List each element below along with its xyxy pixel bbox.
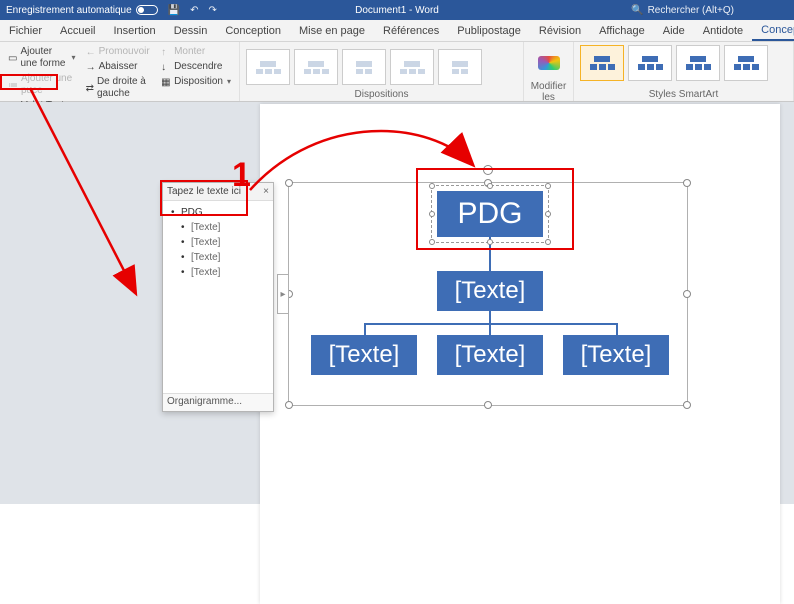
layout-thumb[interactable] [438,49,482,85]
style-thumb[interactable] [724,45,768,81]
text-pane-footer: Organigramme... [163,393,273,411]
text-pane-list[interactable]: PDG [Texte] [Texte] [Texte] [Texte] [163,201,273,284]
color-wheel-icon [538,56,560,70]
change-colors-button[interactable] [530,45,567,81]
autosave-toggle[interactable]: Enregistrement automatique [0,5,158,16]
ribbon-group-layouts: Dispositions [240,42,524,101]
tab-publipostage[interactable]: Publipostage [448,22,530,40]
group-label-layouts: Dispositions [246,89,517,100]
org-node-child[interactable]: [Texte] [311,335,417,375]
org-node-mid[interactable]: [Texte] [437,271,543,311]
tab-revision[interactable]: Révision [530,22,590,40]
search-placeholder: Rechercher (Alt+Q) [648,5,734,16]
bullet-icon: ≔ [8,80,18,90]
smartart-canvas[interactable]: ▸ PDG [Texte] [Texte] [Texte] [Texte] [288,182,688,406]
rtl-icon: ⇄ [86,83,94,93]
text-pane[interactable]: Tapez le texte ici × PDG [Texte] [Texte]… [162,182,274,412]
layout-button[interactable]: ▦Disposition▾ [159,75,233,89]
ribbon-tabs: Fichier Accueil Insertion Dessin Concept… [0,20,794,42]
text-pane-title: Tapez le texte ici [167,186,241,197]
tab-references[interactable]: Références [374,22,448,40]
layout-thumb[interactable] [246,49,290,85]
connector [489,323,491,335]
demote-button[interactable]: →Abaisser [84,60,154,74]
style-thumb[interactable] [628,45,672,81]
tab-aide[interactable]: Aide [654,22,694,40]
text-pane-header: Tapez le texte ici × [163,183,273,201]
chevron-down-icon: ▾ [72,52,76,64]
save-icon[interactable]: 💾 [168,5,180,16]
tab-accueil[interactable]: Accueil [51,22,104,40]
autosave-label: Enregistrement automatique [6,5,132,16]
layout-icon: ▦ [161,77,171,87]
text-pane-item[interactable]: [Texte] [181,220,265,235]
chevron-down-icon: ▾ [227,76,231,88]
style-thumb[interactable] [676,45,720,81]
toggle-icon [136,5,158,15]
resize-handle[interactable] [683,401,691,409]
text-pane-item[interactable]: [Texte] [181,265,265,280]
tab-dessin[interactable]: Dessin [165,22,217,40]
ribbon: ▭Ajouter une forme▾ ≔Ajouter une puce ▤V… [0,42,794,102]
document-title: Document1 - Word [355,5,439,16]
org-node-child[interactable]: [Texte] [437,335,543,375]
promote-icon: ← [86,47,96,57]
tab-affichage[interactable]: Affichage [590,22,654,40]
redo-icon[interactable]: ↷ [208,5,216,16]
layout-thumb[interactable] [390,49,434,85]
connector [489,311,491,323]
tab-fichier[interactable]: Fichier [0,22,51,40]
resize-handle[interactable] [683,179,691,187]
resize-handle[interactable] [484,401,492,409]
connector [364,323,618,325]
rtl-button[interactable]: ⇄De droite à gauche [84,75,154,101]
close-icon[interactable]: × [263,186,269,197]
add-bullet-button: ≔Ajouter une puce [6,72,78,98]
add-shape-icon: ▭ [8,53,17,63]
editing-surface: ▸ PDG [Texte] [Texte] [Texte] [Texte] Ta… [0,102,794,504]
connector [364,323,366,335]
down-icon: ↓ [161,62,171,72]
title-bar: Enregistrement automatique 💾 ↶ ↷ Documen… [0,0,794,20]
add-shape-button[interactable]: ▭Ajouter une forme▾ [6,45,78,71]
style-thumb[interactable] [580,45,624,81]
text-pane-item[interactable]: [Texte] [181,250,265,265]
connector [616,323,618,335]
move-down-button[interactable]: ↓Descendre [159,60,233,74]
move-up-button: ↑Monter [159,45,233,59]
text-pane-item[interactable]: PDG [171,205,265,220]
ribbon-group-colors: Modifier les couleurs [524,42,574,101]
tab-smartart-design[interactable]: Conception de SmartArt [752,21,794,41]
rotate-handle[interactable] [483,165,493,175]
ribbon-group-styles: Styles SmartArt [574,42,794,101]
text-pane-expander[interactable]: ▸ [277,274,289,314]
resize-handle[interactable] [285,401,293,409]
quick-access-toolbar: 💾 ↶ ↷ [168,5,217,16]
resize-handle[interactable] [285,179,293,187]
tab-conception[interactable]: Conception [216,22,290,40]
text-pane-item[interactable]: [Texte] [181,235,265,250]
layout-thumb[interactable] [342,49,386,85]
group-label-styles: Styles SmartArt [580,89,787,100]
search-box[interactable]: 🔍 Rechercher (Alt+Q) [631,5,734,16]
search-icon: 🔍 [631,5,643,16]
undo-icon[interactable]: ↶ [190,5,198,16]
org-node-top[interactable]: PDG [437,191,543,237]
tab-mise-en-page[interactable]: Mise en page [290,22,374,40]
promote-button: ←Promouvoir [84,45,154,59]
tab-antidote[interactable]: Antidote [694,22,752,40]
ribbon-group-create: ▭Ajouter une forme▾ ≔Ajouter une puce ▤V… [0,42,240,101]
layout-thumb[interactable] [294,49,338,85]
tab-insertion[interactable]: Insertion [104,22,164,40]
up-icon: ↑ [161,47,171,57]
org-node-child[interactable]: [Texte] [563,335,669,375]
demote-icon: → [86,62,96,72]
resize-handle[interactable] [683,290,691,298]
